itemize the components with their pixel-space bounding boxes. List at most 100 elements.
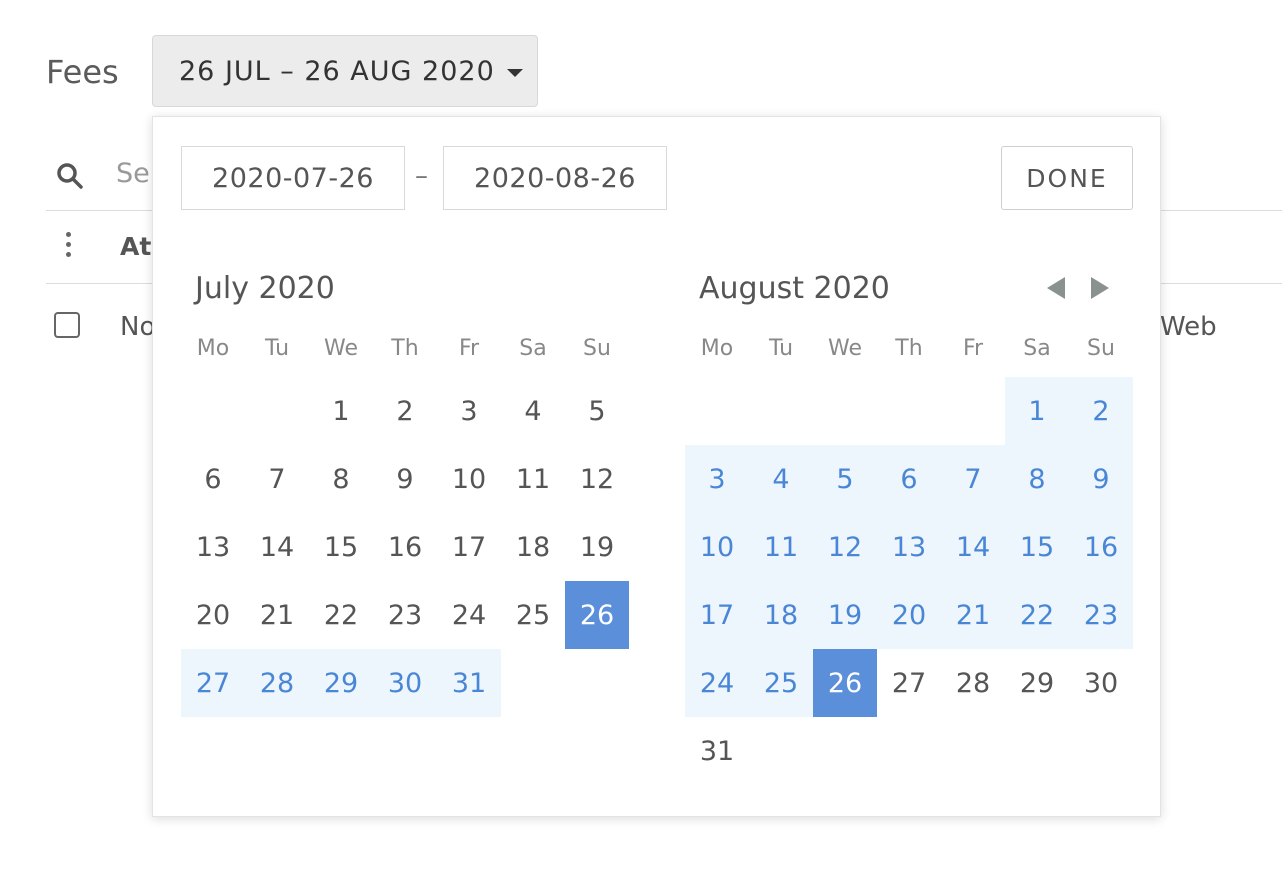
weekday-label: Sa bbox=[519, 336, 547, 361]
calendar-day[interactable]: 31 bbox=[685, 717, 749, 785]
calendar-day[interactable]: 22 bbox=[1005, 581, 1069, 649]
search-input[interactable]: Se bbox=[116, 158, 150, 189]
calendar-day[interactable]: 20 bbox=[181, 581, 245, 649]
calendar-day[interactable]: 13 bbox=[877, 513, 941, 581]
weekday-label: We bbox=[828, 336, 862, 361]
calendar-day[interactable]: 3 bbox=[437, 377, 501, 445]
calendar-day[interactable]: 26 bbox=[565, 581, 629, 649]
weekday-header: Mo Tu We Th Fr Sa Su bbox=[181, 335, 629, 363]
day-grid: 1 2 3 4 5 6 7 8 9 10 11 12 13 14 15 16 17 18 19 20 21 22 23 24 2… bbox=[685, 377, 1133, 785]
calendar-day[interactable]: 24 bbox=[437, 581, 501, 649]
calendar-day[interactable]: 9 bbox=[1069, 445, 1133, 513]
calendar-day[interactable]: 14 bbox=[941, 513, 1005, 581]
calendar-day[interactable]: 19 bbox=[565, 513, 629, 581]
calendar-day[interactable]: 27 bbox=[877, 649, 941, 717]
day-blank bbox=[877, 377, 941, 445]
next-month-button[interactable] bbox=[1091, 277, 1113, 301]
prev-month-button[interactable] bbox=[1047, 277, 1069, 301]
calendar-day[interactable]: 16 bbox=[373, 513, 437, 581]
start-date-input[interactable] bbox=[181, 146, 405, 210]
calendar-day[interactable]: 5 bbox=[565, 377, 629, 445]
calendar-day[interactable]: 1 bbox=[1005, 377, 1069, 445]
calendar-day[interactable]: 17 bbox=[685, 581, 749, 649]
date-range-label: 26 JUL – 26 AUG 2020 bbox=[179, 55, 495, 87]
calendar-day[interactable]: 10 bbox=[685, 513, 749, 581]
row-cell: No bbox=[120, 312, 156, 342]
weekday-label: Tu bbox=[264, 336, 290, 361]
date-range-dropdown[interactable]: 26 JUL – 26 AUG 2020 bbox=[152, 35, 538, 107]
calendar-day[interactable]: 12 bbox=[813, 513, 877, 581]
calendar-day[interactable]: 7 bbox=[941, 445, 1005, 513]
calendar-day[interactable]: 31 bbox=[437, 649, 501, 717]
calendar-day[interactable]: 1 bbox=[309, 377, 373, 445]
calendar-day[interactable]: 24 bbox=[685, 649, 749, 717]
calendar-day[interactable]: 14 bbox=[245, 513, 309, 581]
calendar-day[interactable]: 17 bbox=[437, 513, 501, 581]
calendar-day[interactable]: 25 bbox=[501, 581, 565, 649]
calendar-month-july: July 2020 Mo Tu We Th Fr Sa Su 123456789… bbox=[181, 267, 629, 717]
weekday-label: Su bbox=[583, 336, 611, 361]
weekday-header: Mo Tu We Th Fr Sa Su bbox=[685, 335, 1133, 363]
month-title: July 2020 bbox=[195, 271, 335, 306]
page-title: Fees bbox=[46, 53, 119, 91]
calendar-day[interactable]: 9 bbox=[373, 445, 437, 513]
calendar-day[interactable]: 5 bbox=[813, 445, 877, 513]
calendar-day[interactable]: 26 bbox=[813, 649, 877, 717]
calendar-day[interactable]: 22 bbox=[309, 581, 373, 649]
calendar-day[interactable]: 19 bbox=[813, 581, 877, 649]
calendar-day[interactable]: 2 bbox=[1069, 377, 1133, 445]
calendar-day[interactable]: 21 bbox=[941, 581, 1005, 649]
calendar-day[interactable]: 8 bbox=[309, 445, 373, 513]
weekday-label: Fr bbox=[458, 336, 480, 361]
column-header[interactable]: At bbox=[120, 232, 151, 261]
calendar-day[interactable]: 12 bbox=[565, 445, 629, 513]
calendar-day[interactable]: 6 bbox=[877, 445, 941, 513]
calendar-day[interactable]: 21 bbox=[245, 581, 309, 649]
search-icon bbox=[57, 163, 83, 189]
date-range-picker: – DONE July 2020 Mo Tu We Th Fr Sa Su 12… bbox=[152, 116, 1161, 817]
range-separator: – bbox=[415, 161, 428, 191]
calendar-day[interactable]: 8 bbox=[1005, 445, 1069, 513]
calendar-day[interactable]: 25 bbox=[749, 649, 813, 717]
day-blank bbox=[245, 377, 309, 445]
calendar-day[interactable]: 18 bbox=[749, 581, 813, 649]
calendar-day[interactable]: 28 bbox=[941, 649, 1005, 717]
calendar-day[interactable]: 10 bbox=[437, 445, 501, 513]
arrow-right-icon bbox=[1091, 277, 1109, 299]
calendar-day[interactable]: 7 bbox=[245, 445, 309, 513]
done-button[interactable]: DONE bbox=[1001, 146, 1133, 210]
weekday-label: Th bbox=[895, 336, 923, 361]
calendar-day[interactable]: 13 bbox=[181, 513, 245, 581]
calendar-day[interactable]: 30 bbox=[1069, 649, 1133, 717]
calendar-day[interactable]: 30 bbox=[373, 649, 437, 717]
more-options-icon[interactable] bbox=[64, 232, 72, 260]
calendar-day[interactable]: 2 bbox=[373, 377, 437, 445]
calendar-day[interactable]: 23 bbox=[373, 581, 437, 649]
weekday-label: Tu bbox=[768, 336, 794, 361]
calendar-day[interactable]: 20 bbox=[877, 581, 941, 649]
calendar-day[interactable]: 27 bbox=[181, 649, 245, 717]
weekday-label: Mo bbox=[196, 336, 230, 361]
calendar-day[interactable]: 18 bbox=[501, 513, 565, 581]
arrow-left-icon bbox=[1047, 277, 1065, 299]
day-blank bbox=[941, 377, 1005, 445]
calendar-day[interactable]: 4 bbox=[749, 445, 813, 513]
calendar-day[interactable]: 23 bbox=[1069, 581, 1133, 649]
row-checkbox[interactable] bbox=[54, 312, 80, 338]
row-cell-source: Web bbox=[1160, 312, 1217, 342]
weekday-label: Th bbox=[391, 336, 419, 361]
calendar-day[interactable]: 29 bbox=[309, 649, 373, 717]
calendar-day[interactable]: 28 bbox=[245, 649, 309, 717]
end-date-input[interactable] bbox=[443, 146, 667, 210]
calendar-day[interactable]: 11 bbox=[749, 513, 813, 581]
calendar-day[interactable]: 11 bbox=[501, 445, 565, 513]
calendar-day[interactable]: 6 bbox=[181, 445, 245, 513]
calendar-day[interactable]: 29 bbox=[1005, 649, 1069, 717]
weekday-label: We bbox=[324, 336, 358, 361]
calendar-day[interactable]: 16 bbox=[1069, 513, 1133, 581]
weekday-label: Fr bbox=[962, 336, 984, 361]
calendar-day[interactable]: 15 bbox=[309, 513, 373, 581]
calendar-day[interactable]: 4 bbox=[501, 377, 565, 445]
calendar-day[interactable]: 15 bbox=[1005, 513, 1069, 581]
calendar-day[interactable]: 3 bbox=[685, 445, 749, 513]
